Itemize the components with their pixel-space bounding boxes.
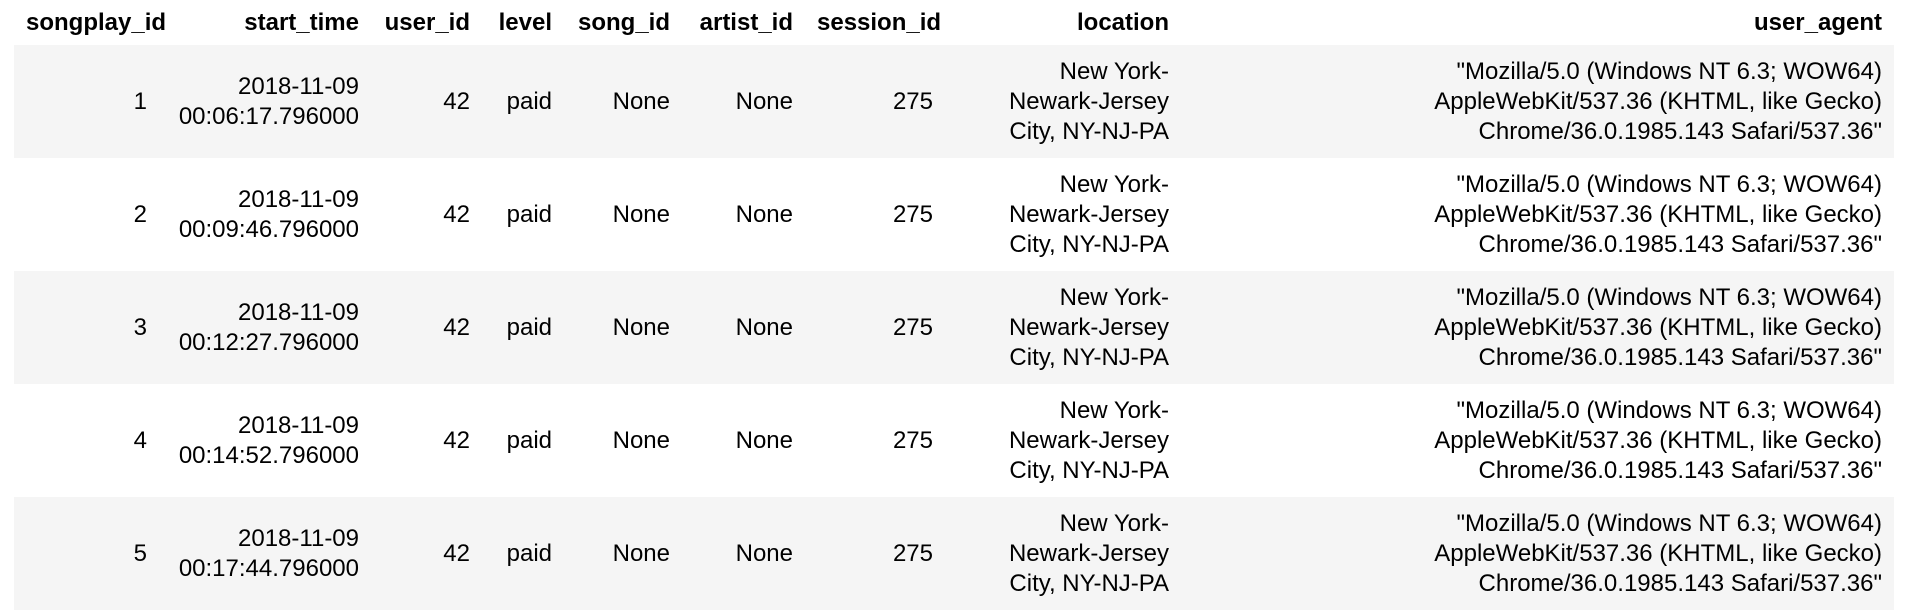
- table-row: 1 2018-11-09 00:06:17.796000 42 paid Non…: [14, 44, 1894, 158]
- table-body: 1 2018-11-09 00:06:17.796000 42 paid Non…: [14, 44, 1894, 610]
- cell-level: paid: [506, 426, 552, 454]
- table-row: 5 2018-11-09 00:17:44.796000 42 paid Non…: [14, 497, 1894, 610]
- cell-songplay-id: 2: [133, 200, 147, 228]
- cell-level: paid: [506, 200, 552, 228]
- cell-songplay-id: 5: [133, 539, 147, 567]
- cell-location: New York- Newark-Jersey City, NY-NJ-PA: [1008, 283, 1169, 371]
- cell-songplay-id: 4: [133, 426, 147, 454]
- cell-user-agent: "Mozilla/5.0 (Windows NT 6.3; WOW64) App…: [1434, 396, 1882, 484]
- cell-location: New York- Newark-Jersey City, NY-NJ-PA: [1008, 170, 1169, 258]
- cell-artist-id: None: [735, 539, 793, 567]
- cell-user-agent: "Mozilla/5.0 (Windows NT 6.3; WOW64) App…: [1434, 57, 1882, 145]
- cell-songplay-id: 1: [133, 87, 147, 115]
- cell-location: New York- Newark-Jersey City, NY-NJ-PA: [1008, 396, 1169, 484]
- column-header-artist-id: artist_id: [682, 0, 805, 45]
- cell-user-id: 42: [443, 313, 470, 341]
- table-row: 3 2018-11-09 00:12:27.796000 42 paid Non…: [14, 271, 1894, 384]
- cell-user-id: 42: [443, 87, 470, 115]
- column-header-session-id: session_id: [805, 0, 945, 45]
- dataframe-table: songplay_id start_time user_id level son…: [14, 0, 1894, 610]
- cell-level: paid: [506, 539, 552, 567]
- cell-start-time: 2018-11-09 00:12:27.796000: [178, 298, 359, 356]
- cell-artist-id: None: [735, 200, 793, 228]
- cell-location: New York- Newark-Jersey City, NY-NJ-PA: [1008, 57, 1169, 145]
- cell-session-id: 275: [892, 87, 933, 115]
- cell-song-id: None: [612, 313, 670, 341]
- cell-user-id: 42: [443, 426, 470, 454]
- cell-songplay-id: 3: [133, 313, 147, 341]
- table-row: 4 2018-11-09 00:14:52.796000 42 paid Non…: [14, 384, 1894, 497]
- cell-session-id: 275: [892, 539, 933, 567]
- cell-start-time: 2018-11-09 00:17:44.796000: [178, 524, 359, 582]
- cell-song-id: None: [612, 539, 670, 567]
- cell-user-id: 42: [443, 539, 470, 567]
- cell-user-agent: "Mozilla/5.0 (Windows NT 6.3; WOW64) App…: [1434, 509, 1882, 597]
- cell-level: paid: [506, 313, 552, 341]
- cell-start-time: 2018-11-09 00:14:52.796000: [178, 411, 359, 469]
- table-header: songplay_id start_time user_id level son…: [14, 0, 1894, 45]
- cell-start-time: 2018-11-09 00:09:46.796000: [178, 185, 359, 243]
- cell-location: New York- Newark-Jersey City, NY-NJ-PA: [1008, 509, 1169, 597]
- column-header-user-agent: user_agent: [1181, 0, 1894, 45]
- cell-session-id: 275: [892, 200, 933, 228]
- cell-level: paid: [506, 87, 552, 115]
- cell-artist-id: None: [735, 87, 793, 115]
- cell-user-id: 42: [443, 200, 470, 228]
- table-row: 2 2018-11-09 00:09:46.796000 42 paid Non…: [14, 158, 1894, 271]
- cell-song-id: None: [612, 87, 670, 115]
- cell-session-id: 275: [892, 426, 933, 454]
- column-header-songplay-id: songplay_id: [14, 0, 166, 45]
- cell-artist-id: None: [735, 426, 793, 454]
- column-header-location: location: [945, 0, 1181, 45]
- column-header-song-id: song_id: [564, 0, 682, 45]
- cell-artist-id: None: [735, 313, 793, 341]
- cell-session-id: 275: [892, 313, 933, 341]
- cell-user-agent: "Mozilla/5.0 (Windows NT 6.3; WOW64) App…: [1434, 283, 1882, 371]
- cell-song-id: None: [612, 426, 670, 454]
- column-header-level: level: [482, 0, 564, 45]
- dataframe-output: songplay_id start_time user_id level son…: [0, 0, 1908, 610]
- column-header-user-id: user_id: [371, 0, 482, 45]
- cell-user-agent: "Mozilla/5.0 (Windows NT 6.3; WOW64) App…: [1434, 170, 1882, 258]
- column-header-start-time: start_time: [159, 0, 371, 45]
- cell-song-id: None: [612, 200, 670, 228]
- cell-start-time: 2018-11-09 00:06:17.796000: [178, 72, 359, 130]
- header-row: songplay_id start_time user_id level son…: [14, 0, 1894, 45]
